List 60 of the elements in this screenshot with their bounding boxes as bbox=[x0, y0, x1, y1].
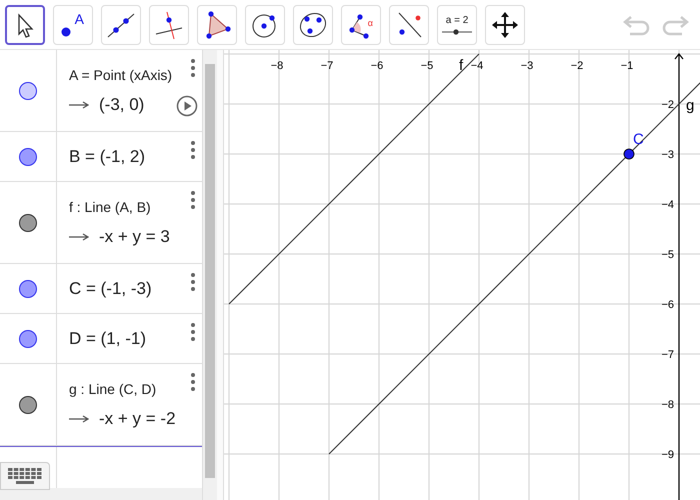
play-icon[interactable] bbox=[176, 95, 198, 117]
arrow-icon bbox=[69, 414, 89, 422]
x-tick-label: −4 bbox=[470, 60, 484, 72]
x-tick-label: −5 bbox=[420, 60, 434, 72]
point-icon bbox=[60, 26, 72, 38]
tool-button[interactable]: α bbox=[341, 4, 381, 44]
x-tick-label: −2 bbox=[570, 60, 584, 72]
line-label: g bbox=[686, 97, 694, 114]
tool-label: A bbox=[74, 10, 84, 26]
point-visibility-toggle[interactable] bbox=[19, 280, 37, 298]
arrow-icon bbox=[69, 232, 89, 240]
y-tick-label: −8 bbox=[661, 399, 674, 411]
perpendicular-line-icon bbox=[154, 10, 184, 40]
x-tick-label: −7 bbox=[320, 60, 334, 72]
x-tick-label: −3 bbox=[520, 60, 534, 72]
definition-text: f : Line (A, B) bbox=[69, 198, 151, 214]
menu-icon[interactable] bbox=[189, 322, 197, 342]
tool-button[interactable]: a = 2 bbox=[437, 4, 477, 44]
arrow-icon bbox=[69, 100, 89, 108]
y-tick-label: −3 bbox=[661, 149, 674, 161]
line-label: f bbox=[459, 57, 464, 74]
tool-label: a = 2 bbox=[446, 14, 468, 26]
line-visibility-toggle[interactable] bbox=[19, 396, 37, 414]
menu-icon[interactable] bbox=[189, 372, 197, 392]
y-tick-label: −2 bbox=[661, 99, 674, 111]
horizontal-scrollbar[interactable] bbox=[0, 488, 202, 500]
tool-button[interactable]: A bbox=[53, 4, 93, 44]
menu-icon[interactable] bbox=[189, 190, 197, 210]
definition-text: B = (-1, 2) bbox=[69, 146, 146, 166]
value-text: -x + y = 3 bbox=[99, 226, 170, 246]
definition-text: C = (-1, -3) bbox=[69, 278, 152, 298]
y-tick-label: −4 bbox=[661, 199, 674, 211]
point-visibility-toggle[interactable] bbox=[19, 82, 37, 100]
point[interactable] bbox=[624, 148, 634, 160]
x-tick-label: −6 bbox=[370, 60, 384, 72]
tool-button[interactable] bbox=[5, 4, 45, 44]
value-text: (-3, 0) bbox=[99, 94, 144, 114]
menu-icon[interactable] bbox=[189, 58, 197, 78]
value-text: -x + y = -2 bbox=[99, 408, 176, 428]
y-tick-label: −6 bbox=[661, 299, 674, 311]
keyboard-button[interactable] bbox=[0, 462, 50, 490]
y-tick-label: −5 bbox=[661, 249, 674, 261]
menu-icon[interactable] bbox=[189, 140, 197, 160]
move-arrows-icon bbox=[490, 10, 520, 40]
y-tick-label: −7 bbox=[661, 349, 674, 361]
definition-text: g : Line (C, D) bbox=[69, 380, 156, 396]
x-tick-label: −8 bbox=[270, 60, 284, 72]
vertical-scrollbar[interactable] bbox=[203, 50, 217, 500]
y-tick-label: −9 bbox=[661, 449, 674, 461]
point-label: C bbox=[633, 131, 644, 148]
line-visibility-toggle[interactable] bbox=[19, 214, 37, 232]
menu-icon[interactable] bbox=[189, 272, 197, 292]
definition-text: D = (1, -1) bbox=[69, 328, 146, 348]
keyboard-icon bbox=[8, 468, 42, 484]
tool-label: α bbox=[368, 18, 373, 28]
slider-icon bbox=[442, 28, 472, 34]
definition-text: A = Point (xAxis) bbox=[69, 66, 172, 82]
x-tick-label: −1 bbox=[620, 60, 634, 72]
point-visibility-toggle[interactable] bbox=[19, 330, 37, 348]
point-visibility-toggle[interactable] bbox=[19, 148, 37, 166]
